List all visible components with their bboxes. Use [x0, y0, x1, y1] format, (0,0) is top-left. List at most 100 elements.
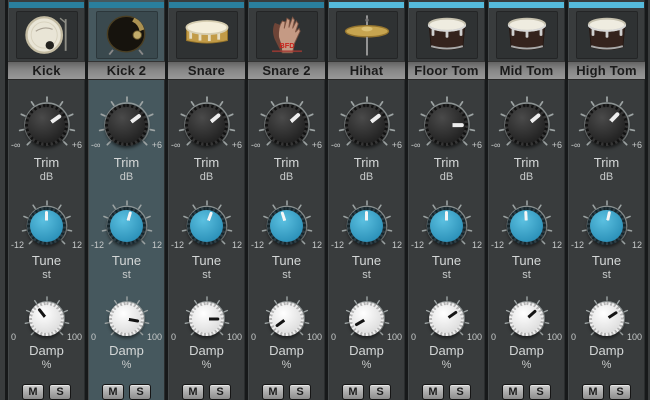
- channel-name[interactable]: Snare 2: [248, 61, 325, 80]
- tune-knob[interactable]: [581, 200, 633, 252]
- tune-knob[interactable]: [501, 200, 553, 252]
- mute-button[interactable]: M: [342, 384, 364, 400]
- trim-max-label: +6: [552, 140, 562, 150]
- mute-button[interactable]: M: [582, 384, 604, 400]
- solo-button[interactable]: S: [529, 384, 551, 400]
- solo-button[interactable]: S: [209, 384, 231, 400]
- damp-knob[interactable]: [504, 296, 550, 342]
- tune-knob-block: -12 12 Tune st: [168, 200, 245, 281]
- mute-button[interactable]: M: [262, 384, 284, 400]
- solo-button[interactable]: S: [49, 384, 71, 400]
- tune-unit-label: st: [488, 269, 565, 281]
- channel-name[interactable]: Mid Tom: [488, 61, 565, 80]
- channel-name[interactable]: Kick: [8, 61, 85, 80]
- damp-knob[interactable]: [24, 296, 70, 342]
- damp-knob[interactable]: [344, 296, 390, 342]
- trim-knob-block: -∞ +6 Trim dB: [168, 96, 245, 183]
- channel-name[interactable]: Hihat: [328, 61, 405, 80]
- channel-thumbnail[interactable]: BFD: [248, 8, 325, 61]
- channel-thumbnail[interactable]: [408, 8, 485, 61]
- channel-thumbnail[interactable]: [8, 8, 85, 61]
- channel-strip[interactable]: Floor Tom -∞ +6 Trim dB -12 12 Tune st: [408, 0, 485, 400]
- tune-min-label: -12: [411, 240, 424, 250]
- trim-knob[interactable]: [258, 96, 316, 154]
- trim-unit-label: dB: [568, 171, 645, 183]
- channel-thumbnail[interactable]: [568, 8, 645, 61]
- channel-strip[interactable]: Hihat -∞ +6 Trim dB -12 12 Tune st: [328, 0, 405, 400]
- tune-label: Tune: [408, 253, 485, 268]
- trim-knob-block: -∞ +6 Trim dB: [328, 96, 405, 183]
- trim-knob[interactable]: [418, 96, 476, 154]
- solo-button[interactable]: S: [369, 384, 391, 400]
- mute-button[interactable]: M: [422, 384, 444, 400]
- channel-strip[interactable]: High Tom -∞ +6 Trim dB -12 12 Tune st: [568, 0, 645, 400]
- mute-button[interactable]: M: [502, 384, 524, 400]
- tune-min-label: -12: [11, 240, 24, 250]
- tune-knob[interactable]: [181, 200, 233, 252]
- channel-thumbnail[interactable]: [88, 8, 165, 61]
- trim-knob[interactable]: [338, 96, 396, 154]
- mute-button[interactable]: M: [102, 384, 124, 400]
- damp-label: Damp: [488, 343, 565, 358]
- damp-min-label: 0: [411, 332, 416, 342]
- trim-knob[interactable]: [18, 96, 76, 154]
- solo-button[interactable]: S: [609, 384, 631, 400]
- tune-max-label: 12: [632, 240, 642, 250]
- trim-max-label: +6: [632, 140, 642, 150]
- trim-knob[interactable]: [498, 96, 556, 154]
- trim-knob[interactable]: [578, 96, 636, 154]
- trim-min-label: -∞: [571, 140, 580, 150]
- tune-knob[interactable]: [101, 200, 153, 252]
- tune-knob[interactable]: [21, 200, 73, 252]
- channel-name[interactable]: Snare: [168, 61, 245, 80]
- tune-knob-indicator: [365, 211, 368, 226]
- damp-knob[interactable]: [584, 296, 630, 342]
- channel-strip[interactable]: BFD Snare 2 -∞ +6 Trim dB -12 12 Tune: [248, 0, 325, 400]
- trim-knob[interactable]: [98, 96, 156, 154]
- snare-drum-icon: [179, 13, 235, 57]
- tune-knob[interactable]: [341, 200, 393, 252]
- tom-drum-icon: [579, 13, 635, 57]
- tune-knob-body: [267, 207, 306, 246]
- mute-button[interactable]: M: [22, 384, 44, 400]
- tom-drum-icon: [499, 13, 555, 57]
- tune-knob[interactable]: [421, 200, 473, 252]
- damp-knob-body: [589, 302, 623, 336]
- tune-knob[interactable]: [261, 200, 313, 252]
- damp-knob-indicator: [126, 318, 139, 323]
- channel-strip[interactable]: Kick -∞ +6 Trim dB -12 12 Tune st: [8, 0, 85, 400]
- solo-button[interactable]: S: [129, 384, 151, 400]
- channel-strip[interactable]: Mid Tom -∞ +6 Trim dB -12 12 Tune st: [488, 0, 565, 400]
- solo-button[interactable]: S: [289, 384, 311, 400]
- trim-unit-label: dB: [488, 171, 565, 183]
- damp-label: Damp: [328, 343, 405, 358]
- channel-thumbnail[interactable]: [488, 8, 565, 61]
- channel-name[interactable]: Floor Tom: [408, 61, 485, 80]
- damp-knob[interactable]: [264, 296, 310, 342]
- tune-max-label: 12: [232, 240, 242, 250]
- trim-knob[interactable]: [178, 96, 236, 154]
- trim-unit-label: dB: [328, 171, 405, 183]
- tune-knob-block: -12 12 Tune st: [488, 200, 565, 281]
- tune-max-label: 12: [152, 240, 162, 250]
- channel-strip[interactable]: Kick 2 -∞ +6 Trim dB -12 12 Tune st: [88, 0, 165, 400]
- channel-name[interactable]: Kick 2: [88, 61, 165, 80]
- tune-knob-body: [507, 207, 546, 246]
- trim-knob-block: -∞ +6 Trim dB: [488, 96, 565, 183]
- mute-solo-row: M S: [8, 384, 85, 400]
- damp-knob-block: 0 100 Damp %: [8, 296, 85, 371]
- channel-name[interactable]: High Tom: [568, 61, 645, 80]
- tune-label: Tune: [168, 253, 245, 268]
- damp-knob[interactable]: [104, 296, 150, 342]
- mute-button[interactable]: M: [182, 384, 204, 400]
- channel-strip[interactable]: Snare -∞ +6 Trim dB -12 12 Tune st: [168, 0, 245, 400]
- tune-knob-block: -12 12 Tune st: [88, 200, 165, 281]
- solo-button[interactable]: S: [449, 384, 471, 400]
- damp-knob-block: 0 100 Damp %: [168, 296, 245, 371]
- tune-label: Tune: [8, 253, 85, 268]
- channel-thumbnail[interactable]: [168, 8, 245, 61]
- damp-knob[interactable]: [424, 296, 470, 342]
- damp-knob[interactable]: [184, 296, 230, 342]
- channel-thumbnail[interactable]: [328, 8, 405, 61]
- trim-knob-block: -∞ +6 Trim dB: [8, 96, 85, 183]
